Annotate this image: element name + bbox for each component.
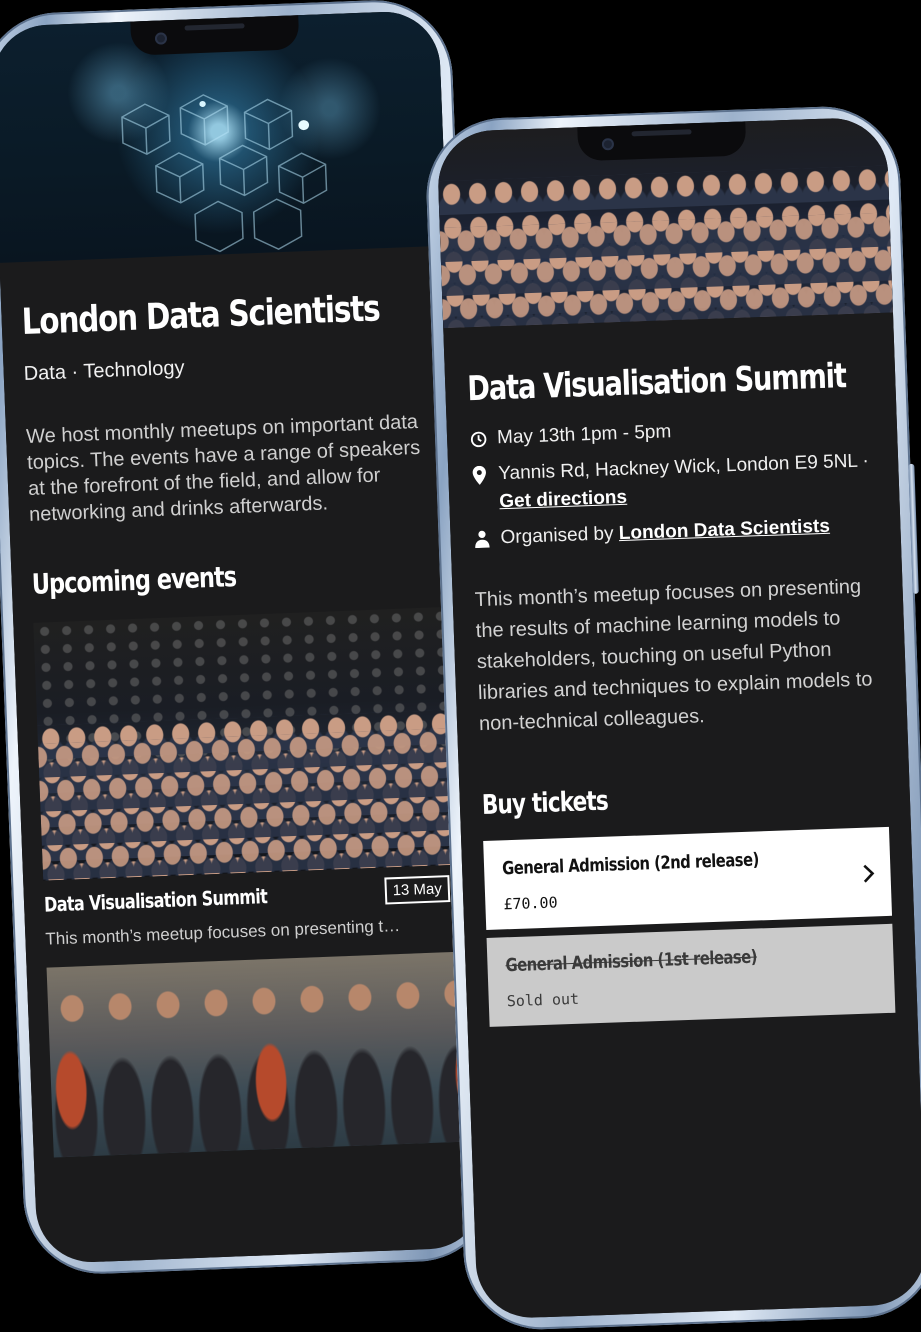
- phone-event-page: Data Visualisation Summit May 13th 1pm -…: [423, 104, 921, 1332]
- event-card-description: This month’s meetup focuses on presentin…: [45, 915, 406, 949]
- event-description: This month’s meetup focuses on presentin…: [474, 575, 873, 736]
- notch: [577, 121, 747, 162]
- event-location: Yannis Rd, Hackney Wick, London E9 5NL ·: [497, 450, 870, 485]
- phone-group-page: London Data Scientists Data · Technology…: [0, 0, 499, 1277]
- group-title: London Data Scientists: [20, 288, 381, 344]
- event-card-image: [33, 606, 471, 881]
- group-about: We host monthly meetups on important dat…: [25, 410, 421, 526]
- get-directions-link[interactable]: Get directions: [499, 487, 627, 512]
- event-location-row: Yannis Rd, Hackney Wick, London E9 5NL ·…: [470, 447, 878, 517]
- organiser-link[interactable]: London Data Scientists: [618, 516, 830, 544]
- location-pin-icon: [470, 461, 489, 490]
- buy-tickets-heading: Buy tickets: [481, 785, 609, 822]
- event-organiser-row: Organised by London Data Scientists: [472, 511, 879, 553]
- event-card-image-2[interactable]: [46, 951, 482, 1158]
- event-date-badge: 13 May: [384, 875, 451, 905]
- group-categories: Data · Technology: [23, 356, 185, 386]
- event-datetime-row: May 13th 1pm - 5pm: [469, 411, 876, 453]
- chevron-right-icon: [862, 863, 875, 888]
- ticket-price: £70.00: [503, 893, 558, 914]
- person-icon: [472, 525, 491, 554]
- event-card[interactable]: Data Visualisation Summit 13 May This mo…: [33, 606, 471, 949]
- group-screen: London Data Scientists Data · Technology…: [0, 9, 486, 1265]
- organiser-prefix: Organised by: [500, 523, 620, 549]
- notch: [130, 15, 300, 56]
- upcoming-events-heading: Upcoming events: [31, 560, 237, 601]
- event-screen: Data Visualisation Summit May 13th 1pm -…: [436, 116, 921, 1320]
- ticket-name: General Admission (2nd release): [501, 849, 760, 880]
- ticket-name: General Admission (1st release): [505, 946, 758, 977]
- ticket-option-1st-release: General Admission (1st release) Sold out: [486, 923, 896, 1027]
- ticket-option-2nd-release[interactable]: General Admission (2nd release) £70.00: [483, 826, 893, 930]
- event-title: Data Visualisation Summit: [466, 356, 847, 410]
- event-datetime: May 13th 1pm - 5pm: [496, 421, 672, 449]
- clock-icon: [469, 425, 488, 454]
- ticket-status: Sold out: [506, 989, 580, 1011]
- event-card-title: Data Visualisation Summit: [43, 883, 268, 917]
